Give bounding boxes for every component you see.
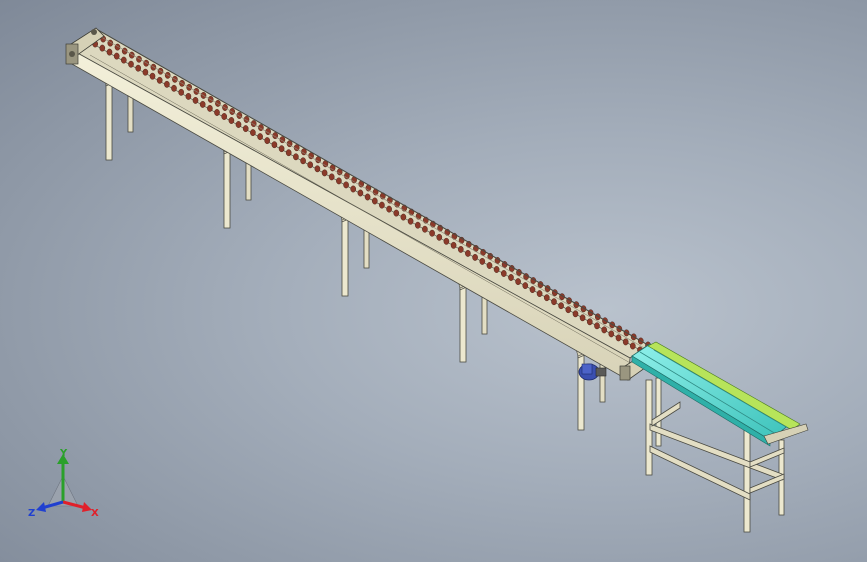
roller (214, 109, 220, 116)
roller (450, 241, 457, 249)
roller (565, 306, 572, 314)
roller (99, 44, 106, 52)
roller (185, 93, 192, 100)
roller (407, 217, 414, 225)
roller (235, 121, 242, 128)
roller (264, 137, 271, 145)
roller (522, 282, 529, 289)
roller (314, 165, 321, 173)
x-axis-label: X (91, 508, 99, 519)
roller (199, 101, 206, 108)
roller (113, 52, 120, 60)
roller (343, 181, 349, 189)
roller (364, 193, 371, 201)
roller (192, 97, 199, 104)
conveyor-frame[interactable] (71, 29, 651, 381)
roller (479, 257, 486, 265)
roller (529, 286, 536, 293)
roller (414, 221, 421, 229)
roller (149, 72, 156, 80)
roller (215, 100, 221, 107)
roller (443, 237, 450, 245)
graphics-viewport[interactable]: Y X Z (0, 0, 867, 562)
roller (594, 322, 600, 330)
roller (121, 56, 127, 64)
roller (136, 55, 142, 63)
roller (236, 112, 243, 119)
roller (572, 310, 579, 318)
roller (250, 129, 256, 137)
roller (508, 274, 514, 281)
roller (486, 262, 493, 269)
orientation-triad[interactable]: Y X Z (22, 446, 104, 522)
y-axis-label: Y (59, 448, 68, 459)
roller (164, 80, 170, 88)
roller (300, 157, 306, 165)
roller (393, 209, 400, 217)
z-axis-label: Z (28, 508, 35, 519)
roller (257, 133, 263, 141)
roller (285, 149, 292, 157)
roller (608, 330, 615, 338)
roller (207, 105, 213, 112)
roller (472, 253, 478, 261)
roller (293, 153, 299, 161)
roller (630, 342, 636, 350)
roller (536, 290, 543, 297)
roller (386, 205, 392, 213)
roller (271, 141, 278, 149)
roller (336, 177, 342, 185)
roller (457, 245, 464, 253)
roller (128, 60, 134, 68)
roller (622, 338, 629, 346)
conveyor-model[interactable] (0, 0, 867, 562)
roller (135, 64, 141, 72)
roller (551, 298, 557, 306)
roller (558, 302, 564, 310)
roller (307, 161, 314, 169)
roller (436, 233, 443, 241)
roller (321, 169, 328, 177)
roller (242, 125, 249, 133)
roller (500, 270, 507, 277)
roller (171, 84, 177, 92)
conveyor-side-rail[interactable] (71, 49, 631, 381)
roller (142, 68, 149, 76)
roller (357, 189, 364, 197)
roller (350, 185, 357, 193)
roller (243, 116, 250, 123)
roller (379, 201, 385, 209)
roller (228, 117, 235, 124)
roller (429, 229, 435, 237)
roller (465, 249, 471, 257)
roller (615, 334, 622, 342)
roller (544, 294, 550, 302)
roller (278, 145, 285, 153)
leg-member (459, 283, 467, 363)
roller (143, 59, 149, 67)
roller (371, 197, 378, 205)
roller (221, 113, 227, 120)
roller (178, 88, 184, 96)
roller (493, 266, 500, 273)
roller (229, 108, 235, 115)
roller (128, 51, 135, 59)
roller (121, 47, 128, 55)
roller (328, 173, 335, 181)
discharge-table[interactable] (631, 341, 809, 533)
roller (106, 48, 113, 56)
roller (601, 326, 608, 334)
leg-member (341, 215, 349, 297)
leg-member (223, 147, 231, 229)
roller (422, 225, 428, 233)
leg-member (105, 79, 113, 161)
roller (587, 318, 593, 326)
roller (222, 104, 228, 111)
roller (156, 76, 163, 84)
roller (400, 213, 407, 221)
roller (579, 314, 586, 322)
roller (515, 278, 521, 285)
